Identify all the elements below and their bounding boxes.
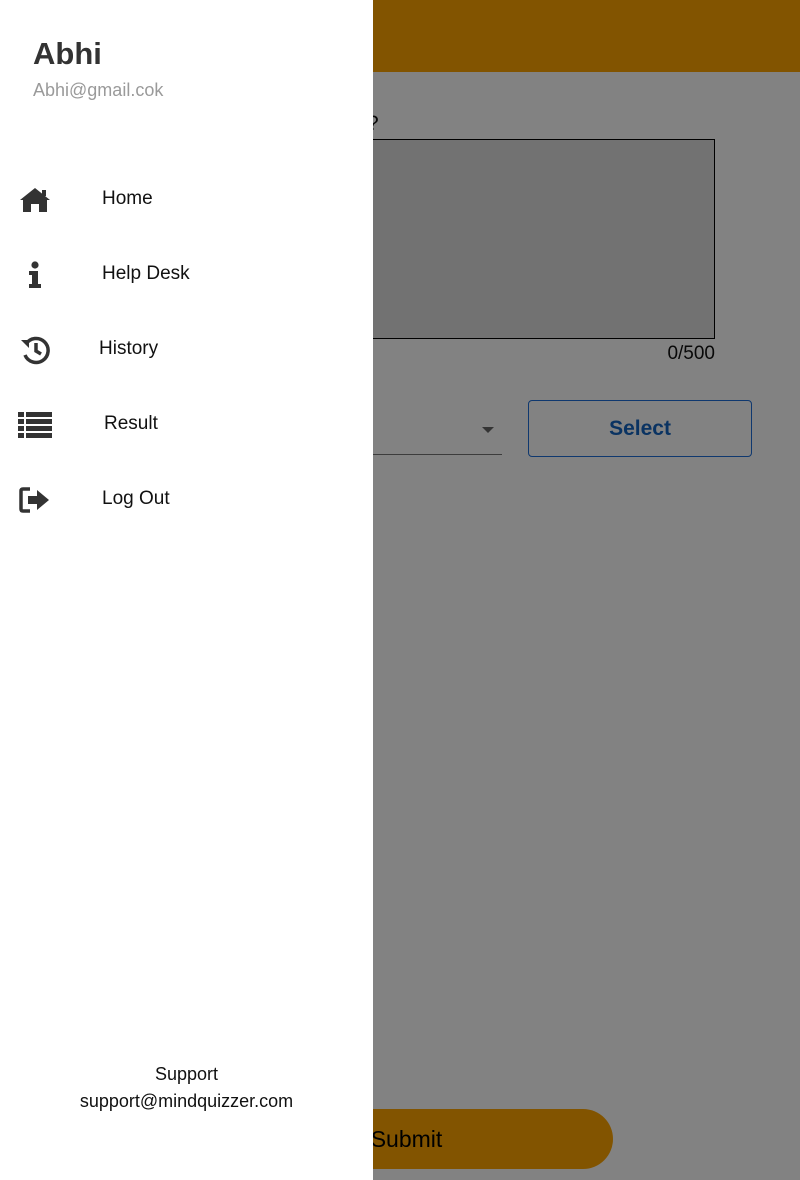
list-icon (18, 410, 52, 440)
menu-item-label: Home (102, 188, 153, 209)
menu-item-label: Result (104, 413, 158, 434)
user-name: Abhi (33, 36, 102, 71)
user-email: Abhi@gmail.cok (33, 80, 164, 100)
menu-item-home[interactable]: Home (0, 170, 373, 230)
menu-item-label: Log Out (102, 488, 170, 509)
menu-item-history[interactable]: History (0, 320, 373, 380)
logout-icon (18, 485, 52, 515)
menu-item-label: Help Desk (102, 263, 190, 284)
menu-item-log-out[interactable]: Log Out (0, 470, 373, 530)
navigation-drawer: Abhi Abhi@gmail.cok Home Help Desk Histo… (0, 0, 373, 1180)
menu-item-label: History (99, 338, 159, 359)
menu-item-help-desk[interactable]: Help Desk (0, 245, 373, 305)
home-icon (18, 185, 52, 215)
info-icon (18, 260, 52, 290)
support-title: Support (154, 1064, 219, 1084)
history-icon (18, 335, 52, 365)
menu-item-result[interactable]: Result (0, 395, 373, 455)
support-email[interactable]: support@mindquizzer.com (0, 1091, 373, 1112)
